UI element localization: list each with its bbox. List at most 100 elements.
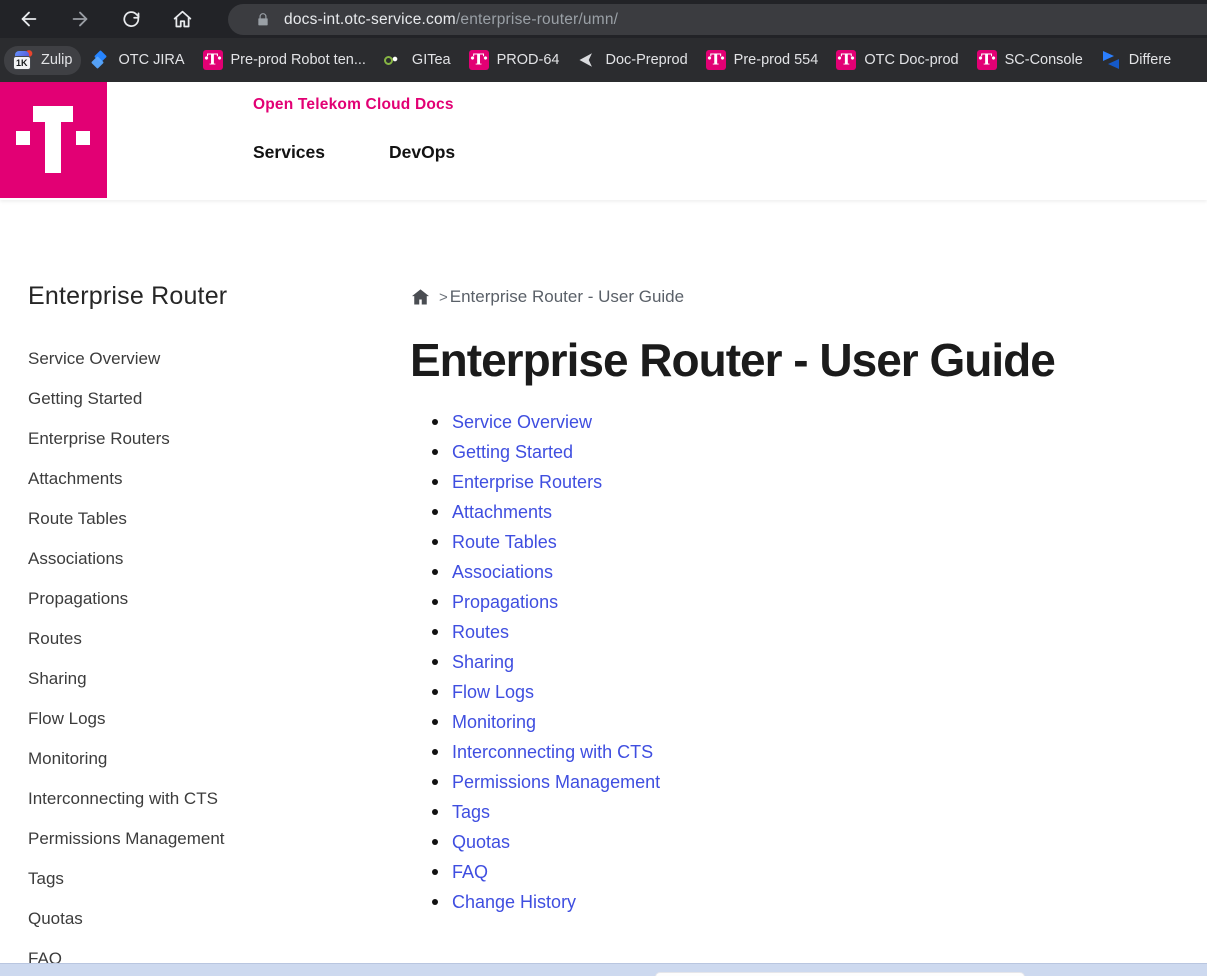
bookmark-label: Differe [1128, 52, 1172, 68]
nav-item-services[interactable]: Services [253, 142, 325, 163]
toc-link-monitoring[interactable]: Monitoring [452, 712, 536, 733]
sidebar-item-routes[interactable]: Routes [28, 619, 368, 659]
bookmark-otc-jira[interactable]: OTC JIRA [81, 46, 193, 75]
browser-window: docs-int.otc-service.com/enterprise-rout… [0, 0, 1207, 976]
bullet-icon [432, 479, 438, 485]
sidebar-item-permissions-management[interactable]: Permissions Management [28, 819, 368, 859]
bookmark-differe[interactable]: Differe [1092, 46, 1180, 75]
bookmark-prod-64[interactable]: PROD-64 [460, 46, 569, 75]
back-button[interactable] [12, 2, 46, 36]
address-bar[interactable]: docs-int.otc-service.com/enterprise-rout… [228, 4, 1207, 35]
sidebar-item-enterprise-routers[interactable]: Enterprise Routers [28, 419, 368, 459]
toc-list-item: Getting Started [432, 437, 1200, 467]
toc-link-enterprise-routers[interactable]: Enterprise Routers [452, 472, 602, 493]
bookmark-label: GITea [411, 52, 451, 68]
sidebar-item-getting-started[interactable]: Getting Started [28, 379, 368, 419]
bookmark-pre-prod-robot-ten[interactable]: Pre-prod Robot ten... [194, 46, 375, 75]
toc-link-getting-started[interactable]: Getting Started [452, 442, 573, 463]
sidebar-item-tags[interactable]: Tags [28, 859, 368, 899]
sidebar-item-propagations[interactable]: Propagations [28, 579, 368, 619]
url-path: /enterprise-router/umn/ [455, 10, 619, 28]
toc-list-item: Tags [432, 797, 1200, 827]
toc-link-quotas[interactable]: Quotas [452, 832, 510, 853]
sidebar-item-attachments[interactable]: Attachments [28, 459, 368, 499]
toc-link-flow-logs[interactable]: Flow Logs [452, 682, 534, 703]
bookmark-label: Zulip [41, 52, 73, 68]
bookmark-otc-doc-prod[interactable]: OTC Doc-prod [827, 46, 967, 75]
page-title: Enterprise Router - User Guide [410, 334, 1056, 386]
toc-link-propagations[interactable]: Propagations [452, 592, 558, 613]
jira-icon [90, 50, 110, 70]
breadcrumb-page[interactable]: Enterprise Router - User Guide [450, 287, 684, 307]
sidebar-item-flow-logs[interactable]: Flow Logs [28, 699, 368, 739]
toc-link-tags[interactable]: Tags [452, 802, 490, 823]
bullet-icon [432, 449, 438, 455]
docs-page: Open Telekom Cloud Docs Services DevOps … [0, 82, 1207, 976]
confluence-icon [1101, 50, 1121, 70]
site-title: Open Telekom Cloud Docs [253, 96, 454, 113]
main-content: > Enterprise Router - User Guide Enterpr… [410, 285, 1200, 917]
url-domain: docs-int.otc-service.com [284, 10, 456, 28]
sidebar-title: Enterprise Router [28, 282, 228, 310]
bookmark-label: Pre-prod 554 [733, 52, 819, 68]
bullet-icon [432, 809, 438, 815]
bullet-icon [432, 689, 438, 695]
back-icon [21, 11, 37, 27]
bullet-icon [432, 719, 438, 725]
nav-item-devops[interactable]: DevOps [389, 142, 455, 163]
taskbar-search-box[interactable] [655, 972, 1025, 976]
sidebar-item-route-tables[interactable]: Route Tables [28, 499, 368, 539]
toc-link-sharing[interactable]: Sharing [452, 652, 514, 673]
toc-link-service-overview[interactable]: Service Overview [452, 412, 592, 433]
toc-list-item: Routes [432, 617, 1200, 647]
toc-list-item: Permissions Management [432, 767, 1200, 797]
home-icon [173, 10, 191, 27]
forward-icon [72, 11, 88, 27]
bullet-icon [432, 779, 438, 785]
toc-list-item: Interconnecting with CTS [432, 737, 1200, 767]
bullet-icon [432, 419, 438, 425]
zulip-icon [13, 50, 33, 70]
toc-link-change-history[interactable]: Change History [452, 892, 576, 913]
sidebar-item-sharing[interactable]: Sharing [28, 659, 368, 699]
forward-button[interactable] [63, 2, 97, 36]
browser-toolbar: docs-int.otc-service.com/enterprise-rout… [0, 0, 1207, 38]
bookmark-pre-prod-554[interactable]: Pre-prod 554 [697, 46, 828, 75]
sidebar-item-interconnecting-with-cts[interactable]: Interconnecting with CTS [28, 779, 368, 819]
bookmark-doc-preprod[interactable]: Doc-Preprod [568, 46, 696, 75]
toc-link-attachments[interactable]: Attachments [452, 502, 552, 523]
sidebar-item-monitoring[interactable]: Monitoring [28, 739, 368, 779]
telekom-icon [836, 50, 857, 70]
sidebar-item-associations[interactable]: Associations [28, 539, 368, 579]
toc-link-route-tables[interactable]: Route Tables [452, 532, 557, 553]
toc-list-item: Sharing [432, 647, 1200, 677]
sidebar-item-service-overview[interactable]: Service Overview [28, 339, 368, 379]
bookmark-sc-console[interactable]: SC-Console [968, 46, 1092, 75]
telekom-logo[interactable] [0, 82, 107, 198]
bookmark-gitea[interactable]: GITea [375, 46, 460, 75]
gitea-icon [383, 50, 404, 70]
toc-list-item: Change History [432, 887, 1200, 917]
toc-link-faq[interactable]: FAQ [452, 862, 488, 883]
toc-list-item: Route Tables [432, 527, 1200, 557]
bookmark-zulip[interactable]: Zulip [4, 45, 82, 75]
toc-link-interconnecting-with-cts[interactable]: Interconnecting with CTS [452, 742, 653, 763]
browser-home-button[interactable] [165, 2, 199, 36]
toc-list-item: Quotas [432, 827, 1200, 857]
refresh-button[interactable] [114, 2, 148, 36]
bullet-icon [432, 509, 438, 515]
sidebar-list: Service Overview Getting Started Enterpris… [28, 339, 368, 976]
bullet-icon [432, 749, 438, 755]
bookmark-label: OTC JIRA [118, 52, 185, 68]
toc-list-item: Service Overview [432, 407, 1200, 437]
breadcrumb-home-icon[interactable] [410, 287, 431, 307]
sidebar-item-quotas[interactable]: Quotas [28, 899, 368, 939]
site-header: Open Telekom Cloud Docs Services DevOps [0, 82, 1207, 200]
toc-link-permissions-management[interactable]: Permissions Management [452, 772, 660, 793]
bookmark-label: SC-Console [1004, 52, 1083, 68]
bookmark-label: PROD-64 [496, 52, 560, 68]
bullet-icon [432, 569, 438, 575]
toc-link-associations[interactable]: Associations [452, 562, 553, 583]
bookmark-label: Doc-Preprod [605, 52, 688, 68]
toc-link-routes[interactable]: Routes [452, 622, 509, 643]
